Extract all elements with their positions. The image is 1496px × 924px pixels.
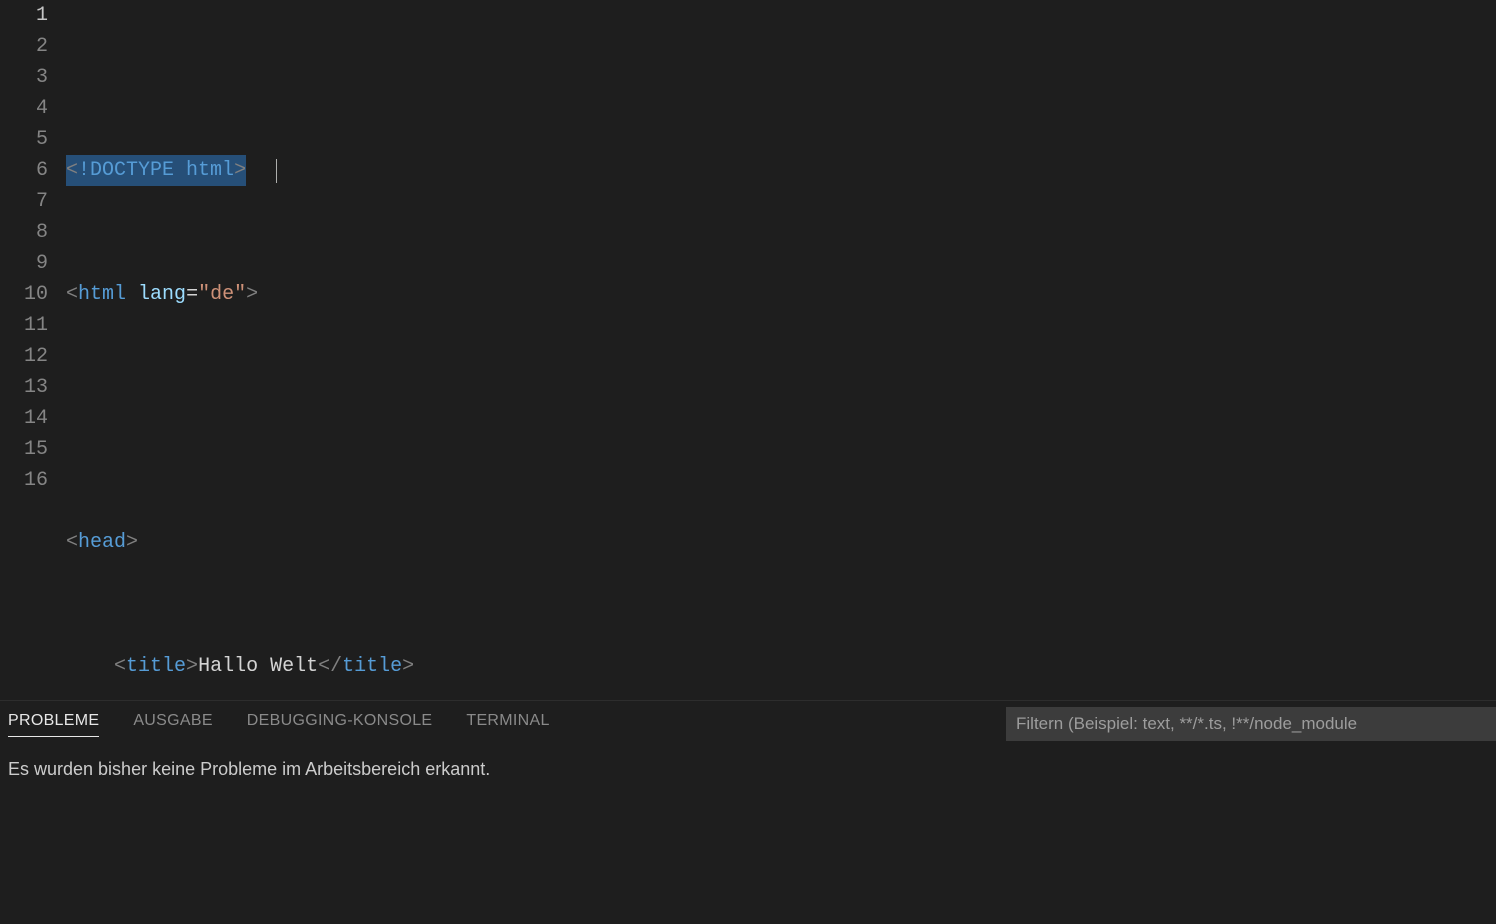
line-number: 7 bbox=[0, 186, 48, 217]
line-number: 9 bbox=[0, 248, 48, 279]
text-cursor bbox=[276, 159, 277, 183]
line-number: 10 bbox=[0, 279, 48, 310]
current-line-highlight bbox=[66, 0, 1496, 31]
bottom-panel: PROBLEME AUSGABE DEBUGGING-KONSOLE TERMI… bbox=[0, 700, 1496, 924]
code-line[interactable] bbox=[66, 403, 1496, 434]
line-number: 8 bbox=[0, 217, 48, 248]
code-content[interactable]: <!DOCTYPE html> <html lang="de"> <head> … bbox=[66, 0, 1496, 700]
code-line[interactable]: <html lang="de"> bbox=[66, 279, 1496, 310]
line-number: 3 bbox=[0, 62, 48, 93]
line-number: 13 bbox=[0, 372, 48, 403]
line-number: 6 bbox=[0, 155, 48, 186]
line-number: 12 bbox=[0, 341, 48, 372]
tab-problems[interactable]: PROBLEME bbox=[8, 712, 99, 737]
line-number: 11 bbox=[0, 310, 48, 341]
line-number-gutter: 1 2 3 4 5 6 7 8 9 10 11 12 13 14 15 16 bbox=[0, 0, 66, 700]
tab-output[interactable]: AUSGABE bbox=[133, 712, 212, 736]
line-number: 16 bbox=[0, 465, 48, 496]
problems-empty-message: Es wurden bisher keine Probleme im Arbei… bbox=[0, 747, 1496, 780]
line-number: 5 bbox=[0, 124, 48, 155]
line-number: 15 bbox=[0, 434, 48, 465]
line-number: 4 bbox=[0, 93, 48, 124]
line-number: 1 bbox=[0, 0, 48, 31]
code-line[interactable]: <!DOCTYPE html> bbox=[66, 155, 1496, 186]
editor-area[interactable]: 1 2 3 4 5 6 7 8 9 10 11 12 13 14 15 16 <… bbox=[0, 0, 1496, 700]
problems-filter-input[interactable]: Filtern (Beispiel: text, **/*.ts, !**/no… bbox=[1006, 707, 1496, 741]
tab-debug-console[interactable]: DEBUGGING-KONSOLE bbox=[247, 712, 433, 736]
tab-terminal[interactable]: TERMINAL bbox=[466, 712, 549, 736]
line-number: 14 bbox=[0, 403, 48, 434]
code-line[interactable]: <head> bbox=[66, 527, 1496, 558]
code-line[interactable]: <title>Hallo Welt</title> bbox=[66, 651, 1496, 682]
line-number: 2 bbox=[0, 31, 48, 62]
